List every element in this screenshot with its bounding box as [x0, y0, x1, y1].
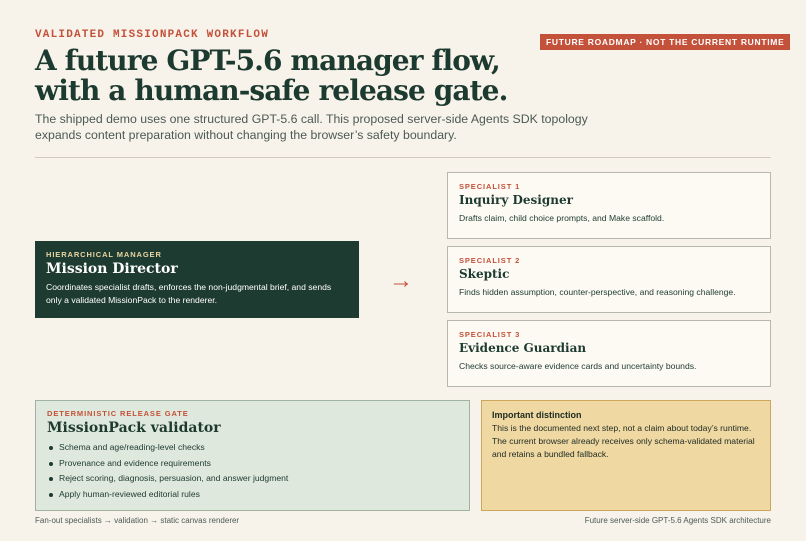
specialist-description: Finds hidden assumption, counter-perspec… [459, 287, 736, 297]
specialist-card-evidence-guardian: SPECIALIST 3 Evidence Guardian Checks so… [447, 320, 771, 387]
validator-check-item: Provenance and evidence requirements [47, 456, 458, 472]
fan-out-arrow-icon: → [389, 267, 413, 294]
validator-card: DETERMINISTIC RELEASE GATE MissionPack v… [35, 400, 470, 511]
specialist-kicker: SPECIALIST 1 [459, 182, 521, 191]
specialist-card-inquiry-designer: SPECIALIST 1 Inquiry Designer Drafts cla… [447, 172, 771, 239]
specialist-description: Checks source-aware evidence cards and u… [459, 361, 697, 371]
specialist-title: Skeptic [459, 267, 510, 281]
workflow-eyebrow: VALIDATED MISSIONPACK WORKFLOW [35, 29, 270, 41]
roadmap-badge: FUTURE ROADMAP · NOT THE CURRENT RUNTIME [540, 34, 791, 50]
specialist-title: Evidence Guardian [459, 341, 587, 355]
manager-description: Coordinates specialist drafts, enforces … [46, 282, 332, 305]
page-title: A future GPT-5.6 manager flow, with a hu… [35, 44, 508, 107]
manager-title: Mission Director [46, 261, 178, 277]
validator-check-item: Schema and age/reading-level checks [47, 440, 458, 456]
distinction-text: This is the documented next step, not a … [492, 423, 755, 459]
specialist-title: Inquiry Designer [459, 193, 573, 207]
specialist-kicker: SPECIALIST 2 [459, 256, 521, 265]
page-subtitle: The shipped demo uses one structured GPT… [35, 112, 588, 142]
validator-title: MissionPack validator [47, 420, 221, 436]
footer-architecture-caption: Future server-side GPT-5.6 Agents SDK ar… [584, 516, 771, 525]
manager-card: HIERARCHICAL MANAGER Mission Director Co… [35, 241, 359, 318]
validator-check-list: Schema and age/reading-level checks Prov… [47, 440, 458, 502]
validator-kicker: DETERMINISTIC RELEASE GATE [47, 409, 189, 418]
distinction-note: Important distinction This is the docume… [481, 400, 771, 511]
footer-flow-caption: Fan-out specialists → validation → stati… [35, 516, 240, 525]
manager-kicker: HIERARCHICAL MANAGER [46, 250, 162, 259]
specialist-card-skeptic: SPECIALIST 2 Skeptic Finds hidden assump… [447, 246, 771, 313]
specialist-kicker: SPECIALIST 3 [459, 330, 521, 339]
validator-check-item: Apply human-reviewed editorial rules [47, 487, 458, 503]
validator-check-item: Reject scoring, diagnosis, persuasion, a… [47, 471, 458, 487]
distinction-heading: Important distinction [492, 410, 582, 420]
header-divider [35, 157, 771, 158]
specialist-description: Drafts claim, child choice prompts, and … [459, 213, 665, 223]
